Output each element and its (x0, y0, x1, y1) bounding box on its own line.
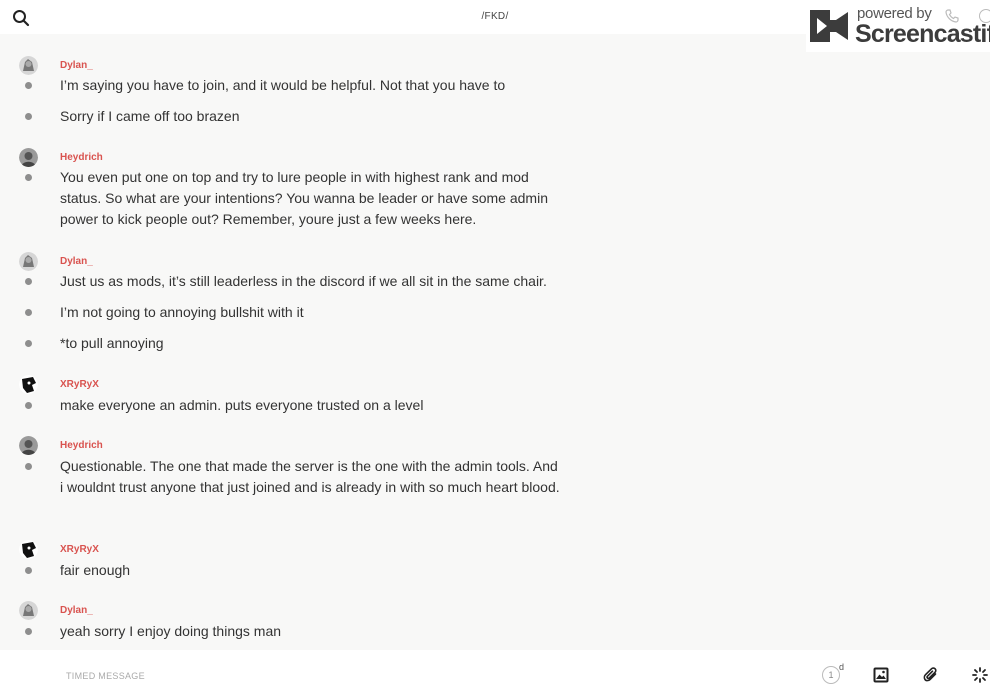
top-bar: /FKD/ powered by Screencastify (0, 0, 990, 52)
message-bullet (25, 278, 32, 285)
loading-spinner-icon[interactable] (972, 667, 988, 683)
author-name[interactable]: Dylan_ (60, 605, 93, 616)
message-text: Sorry if I came off too brazen (60, 108, 240, 124)
attachment-icon[interactable] (923, 667, 939, 683)
message-text: Just us as mods, it’s still leaderless i… (60, 273, 547, 289)
message-bullet (25, 340, 32, 347)
message-text: I’m saying you have to join, and it woul… (60, 77, 506, 93)
message-list: Dylan_ I’m saying you have to join, and … (0, 34, 990, 650)
author-name[interactable]: Dylan_ (60, 60, 93, 71)
author-name[interactable]: Heydrich (60, 440, 103, 451)
message-text: You even put one on top and try to lure … (60, 169, 548, 227)
avatar-dylan[interactable] (19, 252, 38, 271)
timer-unit: d (839, 662, 845, 672)
message-text: I’m not going to annoying bullshit with … (60, 304, 304, 320)
timer-value: 1 (822, 666, 840, 684)
message-bullet (25, 567, 32, 574)
avatar-xryryx[interactable] (19, 540, 38, 559)
author-name[interactable]: Dylan_ (60, 256, 93, 267)
message-bullet (25, 463, 32, 470)
info-icon[interactable] (979, 9, 990, 23)
message-bullet (25, 309, 32, 316)
avatar-xryryx[interactable] (19, 375, 38, 394)
timer-button[interactable]: 1 d (822, 662, 848, 689)
message-bullet (25, 82, 32, 89)
avatar-dylan[interactable] (19, 601, 38, 620)
phone-icon[interactable] (945, 9, 959, 23)
message-text: yeah sorry I enjoy doing things man (60, 623, 282, 639)
author-name[interactable]: Heydrich (60, 152, 103, 163)
avatar-heydrich[interactable] (19, 436, 38, 455)
message-composer: 1 d (0, 650, 990, 700)
message-text: fair enough (60, 562, 131, 578)
message-bullet (25, 113, 32, 120)
author-name[interactable]: XRyRyX (60, 379, 99, 390)
author-name[interactable]: XRyRyX (60, 544, 99, 555)
avatar-heydrich[interactable] (19, 148, 38, 167)
message-bullet (25, 402, 32, 409)
message-text: *to pull annoying (60, 335, 164, 351)
message-text: Questionable. The one that made the serv… (60, 458, 560, 495)
message-input[interactable] (66, 667, 666, 685)
message-text: make everyone an admin. puts everyone tr… (60, 397, 424, 413)
message-bullet (25, 174, 32, 181)
image-icon[interactable] (873, 667, 889, 683)
avatar-dylan[interactable] (19, 56, 38, 75)
message-bullet (25, 628, 32, 635)
